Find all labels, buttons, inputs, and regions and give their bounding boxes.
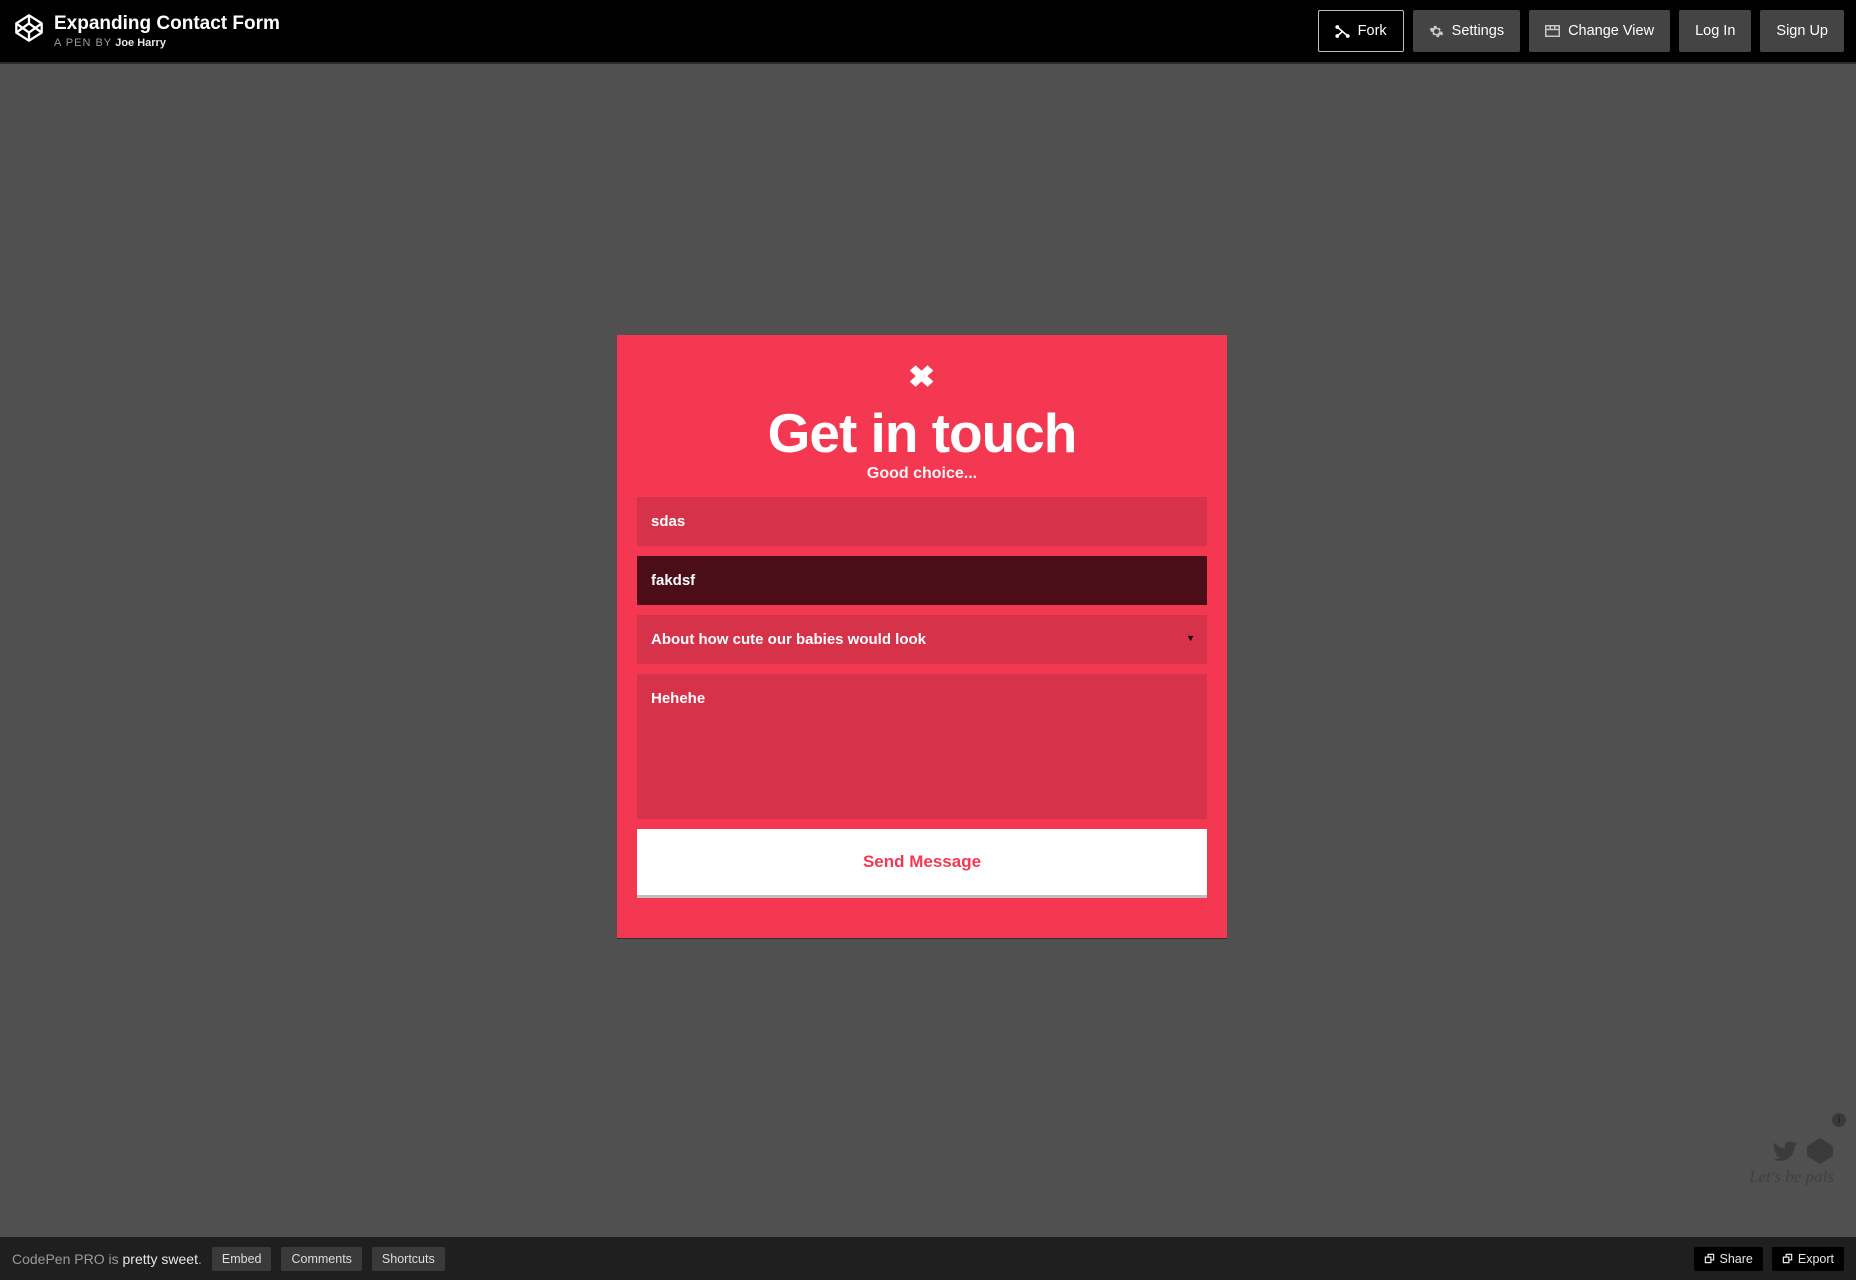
- settings-label: Settings: [1452, 23, 1504, 39]
- pals-text: Let's be pals: [1749, 1167, 1834, 1187]
- signup-label: Sign Up: [1776, 23, 1828, 39]
- promo-text[interactable]: CodePen PRO is pretty sweet.: [12, 1251, 202, 1267]
- login-button[interactable]: Log In: [1679, 10, 1751, 52]
- top-toolbar: Expanding Contact Form A PEN BY Joe Harr…: [0, 0, 1856, 63]
- send-message-button[interactable]: Send Message: [637, 829, 1207, 898]
- share-button[interactable]: Share: [1694, 1247, 1763, 1271]
- change-view-label: Change View: [1568, 23, 1654, 39]
- gear-icon: [1429, 24, 1444, 39]
- contact-form-card: ✖ Get in touch Good choice... About how …: [617, 335, 1227, 938]
- email-input[interactable]: [637, 556, 1207, 605]
- layout-icon: [1545, 24, 1560, 38]
- settings-button[interactable]: Settings: [1413, 10, 1520, 52]
- fork-label: Fork: [1358, 23, 1387, 39]
- fork-button[interactable]: Fork: [1318, 10, 1404, 52]
- promo-highlight: pretty sweet: [123, 1251, 198, 1267]
- change-view-button[interactable]: Change View: [1529, 10, 1670, 52]
- fork-icon: [1335, 24, 1350, 39]
- share-icon: [1704, 1253, 1715, 1264]
- byline-label: A PEN BY: [54, 37, 112, 49]
- share-label: Share: [1720, 1252, 1753, 1266]
- twitter-icon[interactable]: [1770, 1138, 1800, 1164]
- subject-select[interactable]: About how cute our babies would look: [637, 615, 1207, 664]
- message-textarea[interactable]: [637, 674, 1207, 819]
- promo-prefix: CodePen PRO is: [12, 1251, 123, 1267]
- export-button[interactable]: Export: [1772, 1247, 1844, 1271]
- pen-author[interactable]: Joe Harry: [115, 37, 166, 49]
- logo-block: Expanding Contact Form A PEN BY Joe Harr…: [0, 13, 280, 49]
- top-actions: Fork Settings Change View Log In: [1318, 10, 1856, 52]
- export-icon: [1782, 1253, 1793, 1264]
- pen-title: Expanding Contact Form: [54, 13, 280, 35]
- name-input[interactable]: [637, 497, 1207, 546]
- social-badge: Let's be pals: [1749, 1137, 1834, 1187]
- signup-button[interactable]: Sign Up: [1760, 10, 1844, 52]
- close-icon[interactable]: ✖: [908, 360, 936, 395]
- promo-suffix: .: [198, 1251, 202, 1267]
- codepen-icon[interactable]: [1806, 1137, 1834, 1165]
- form-subtitle: Good choice...: [637, 465, 1207, 483]
- pen-preview: ✖ Get in touch Good choice... About how …: [0, 64, 1856, 1237]
- comments-button[interactable]: Comments: [281, 1247, 361, 1271]
- codepen-logo-icon[interactable]: [14, 13, 44, 43]
- footer-bar: CodePen PRO is pretty sweet. Embed Comme…: [0, 1237, 1856, 1280]
- login-label: Log In: [1695, 23, 1735, 39]
- shortcuts-button[interactable]: Shortcuts: [372, 1247, 445, 1271]
- info-icon[interactable]: i: [1832, 1113, 1846, 1127]
- embed-button[interactable]: Embed: [212, 1247, 272, 1271]
- export-label: Export: [1798, 1252, 1834, 1266]
- pen-byline: A PEN BY Joe Harry: [54, 37, 280, 49]
- form-title: Get in touch: [637, 405, 1207, 463]
- title-block: Expanding Contact Form A PEN BY Joe Harr…: [54, 13, 280, 49]
